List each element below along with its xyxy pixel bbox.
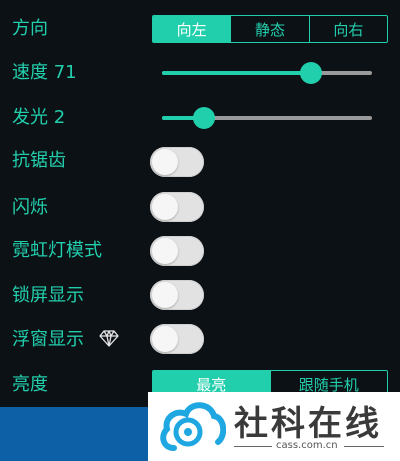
direction-label: 方向 <box>12 18 48 39</box>
watermark-title: 社科在线 <box>234 404 382 444</box>
antialias-label: 抗锯齿 <box>12 150 66 171</box>
diamond-icon <box>99 330 119 347</box>
antialias-toggle[interactable] <box>150 147 204 177</box>
neon-mode-toggle[interactable] <box>150 236 204 266</box>
watermark-divider-right <box>344 446 384 447</box>
blink-toggle[interactable] <box>150 192 204 222</box>
lockscreen-toggle[interactable] <box>150 280 204 310</box>
neon-mode-label: 霓虹灯模式 <box>12 240 102 261</box>
floating-window-toggle[interactable] <box>150 324 204 354</box>
speed-slider[interactable] <box>162 61 372 85</box>
toggle-knob <box>152 326 178 352</box>
glow-slider[interactable] <box>162 106 372 130</box>
toggle-knob <box>152 238 178 264</box>
watermark: 社科在线 cass.com.cn <box>148 392 400 461</box>
toggle-knob <box>152 149 178 175</box>
cloud-logo-icon <box>160 402 226 451</box>
direction-segmented-control: 向左 静态 向右 <box>152 15 388 43</box>
lockscreen-label: 锁屏显示 <box>12 285 84 306</box>
toggle-knob <box>152 282 178 308</box>
glow-slider-thumb[interactable] <box>193 107 215 129</box>
speed-slider-thumb[interactable] <box>300 62 323 84</box>
watermark-domain: cass.com.cn <box>276 440 338 451</box>
toggle-knob <box>152 194 178 220</box>
direction-option-static[interactable]: 静态 <box>230 16 308 42</box>
brightness-label: 亮度 <box>12 374 48 395</box>
speed-slider-fill <box>162 71 312 75</box>
speed-label: 速度 71 <box>12 62 77 83</box>
watermark-divider-left <box>234 446 272 447</box>
glow-label: 发光 2 <box>12 107 66 128</box>
direction-option-right[interactable]: 向右 <box>308 16 387 42</box>
blink-label: 闪烁 <box>12 197 48 218</box>
direction-option-left[interactable]: 向左 <box>153 16 231 42</box>
floating-window-label: 浮窗显示 <box>12 329 84 350</box>
